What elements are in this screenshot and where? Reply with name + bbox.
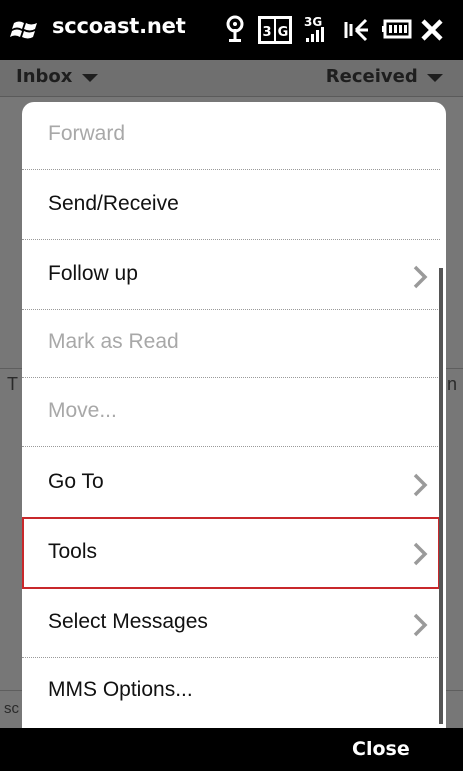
close-icon[interactable] <box>420 18 444 42</box>
antenna-icon[interactable] <box>224 14 246 46</box>
menu-item-label: Follow up <box>48 262 138 285</box>
svg-text:3G: 3G <box>304 15 322 29</box>
folder-label: Inbox <box>16 66 73 87</box>
chevron-right-icon <box>413 613 428 637</box>
menu-item-mark-as-read: Mark as Read <box>22 310 440 378</box>
menu-item-select-messages[interactable]: Select Messages <box>22 590 440 658</box>
3g-signal-icon[interactable]: 3G <box>304 14 328 46</box>
chevron-down-icon <box>81 74 98 82</box>
sort-label: Received <box>325 66 418 87</box>
menu-item-follow-up[interactable]: Follow up <box>22 242 440 310</box>
menu-item-label: Forward <box>48 122 126 145</box>
menu-scrollbar[interactable] <box>439 268 443 724</box>
menu-item-label: Select Messages <box>48 610 208 633</box>
chevron-right-icon <box>413 265 428 289</box>
chevron-down-icon <box>427 74 443 82</box>
battery-icon[interactable] <box>382 18 412 40</box>
menu-item-label: Tools <box>48 540 98 563</box>
chevron-right-icon <box>413 473 428 497</box>
background-text-fragment: sc <box>4 700 19 717</box>
svg-text:3: 3 <box>262 25 271 40</box>
menu-item-send-receive[interactable]: Send/Receive <box>22 172 440 240</box>
speaker-vibrate-icon[interactable] <box>342 14 370 46</box>
menu-item-label: Go To <box>48 470 104 493</box>
menu-item-move: Move... <box>22 379 440 447</box>
menu-item-label: Mark as Read <box>48 330 179 353</box>
windows-start-icon[interactable] <box>10 18 40 42</box>
data-connection-icon[interactable]: 3 G <box>258 16 292 44</box>
app-title: sccoast.net <box>52 14 186 38</box>
menu-item-forward: Forward <box>22 102 440 170</box>
svg-text:G: G <box>278 25 289 40</box>
background-text-fragment: T <box>7 374 18 394</box>
menu-item-tools[interactable]: Tools <box>22 517 440 589</box>
close-button[interactable]: Close <box>352 738 410 760</box>
menu-item-mms-options[interactable]: MMS Options... <box>22 658 440 726</box>
background-text-fragment: n <box>447 374 458 394</box>
sort-dropdown[interactable]: Received <box>326 66 443 87</box>
menu-item-label: Send/Receive <box>48 192 179 215</box>
menu-item-label: MMS Options... <box>48 678 193 701</box>
menu-item-label: Move... <box>48 399 117 422</box>
folder-dropdown[interactable]: Inbox <box>16 66 98 87</box>
context-menu: Forward Send/Receive Follow up Mark as R… <box>22 102 446 728</box>
menu-item-go-to[interactable]: Go To <box>22 450 440 518</box>
title-bar: sccoast.net 3 G 3G <box>0 0 463 60</box>
softkey-bar: Close <box>0 728 463 771</box>
chevron-right-icon <box>413 542 428 566</box>
